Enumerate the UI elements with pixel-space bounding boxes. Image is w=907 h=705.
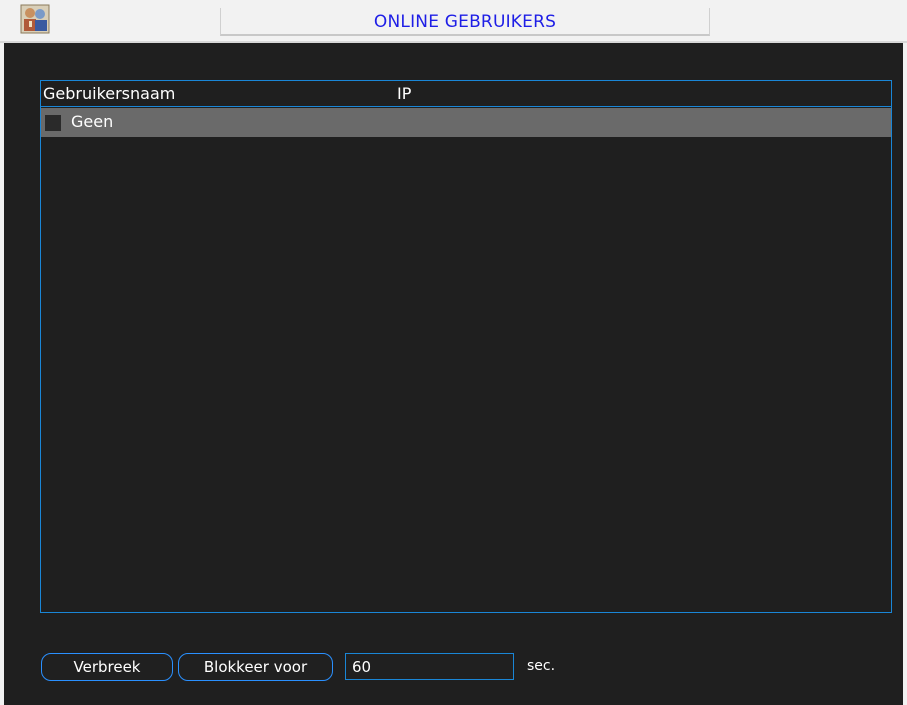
- row-checkbox[interactable]: [45, 115, 61, 131]
- window-title: ONLINE GEBRUIKERS: [373, 12, 557, 32]
- row-username: Geen: [71, 112, 114, 131]
- online-users-table: Gebruikersnaam IP Geen: [40, 80, 892, 613]
- disconnect-button[interactable]: Verbreek: [41, 653, 173, 681]
- users-icon: [20, 4, 50, 34]
- block-seconds-input[interactable]: [345, 653, 514, 680]
- table-header: Gebruikersnaam IP: [41, 81, 891, 107]
- window-title-box: ONLINE GEBRUIKERS: [220, 8, 710, 36]
- column-header-username: Gebruikersnaam: [43, 84, 176, 103]
- column-header-ip: IP: [397, 84, 412, 103]
- seconds-unit-label: sec.: [527, 658, 556, 674]
- block-for-button[interactable]: Blokkeer voor: [178, 653, 333, 681]
- title-bar: ONLINE GEBRUIKERS: [0, 0, 907, 43]
- table-row[interactable]: Geen: [41, 108, 891, 137]
